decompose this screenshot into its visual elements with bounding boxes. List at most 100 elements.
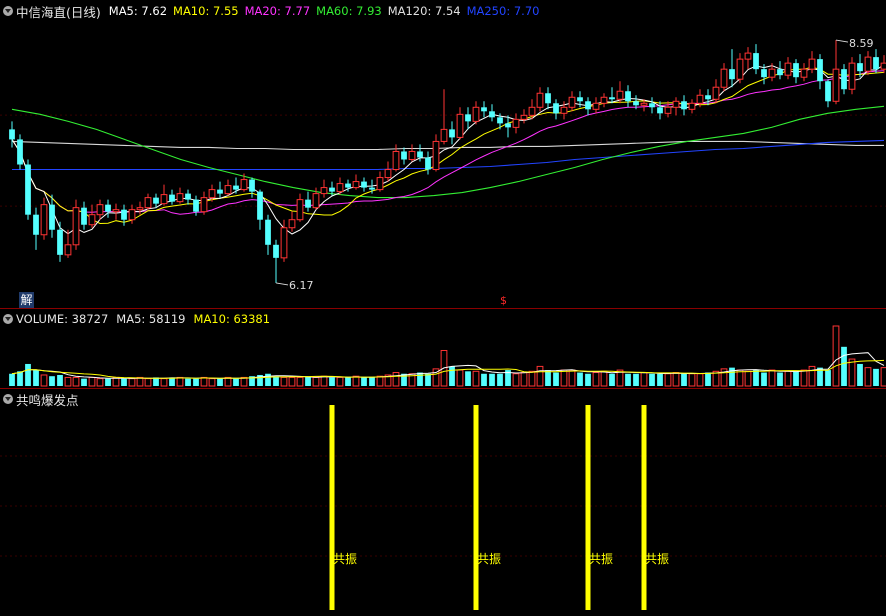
candle-body: [49, 204, 55, 230]
volume-bar: [553, 372, 559, 386]
candle-body: [376, 177, 384, 191]
candle-body: [761, 69, 767, 78]
volume-bar: [841, 346, 847, 386]
candle-body: [465, 114, 471, 122]
volume-bar: [688, 373, 696, 387]
candle-body: [640, 102, 648, 106]
price-panel[interactable]: 中信海直(日线) MA5: 7.62 MA10: 7.55 MA20: 7.77…: [0, 0, 886, 308]
candle-body: [121, 209, 127, 220]
volume-bar: [233, 378, 239, 386]
candlestick-chart[interactable]: 8.59 6.17: [0, 0, 886, 308]
candle-body: [305, 199, 311, 208]
volume-bar: [456, 369, 464, 387]
volume-bar: [352, 375, 360, 387]
candle-body: [857, 63, 863, 72]
candle-body: [112, 209, 120, 213]
volume-bar: [273, 376, 279, 386]
candle-body: [873, 57, 879, 70]
volume-bar: [545, 370, 551, 386]
volume-bar: [329, 377, 335, 386]
high-price-label: 8.59: [849, 37, 874, 50]
volume-bar: [497, 373, 503, 386]
volume-bar: [193, 378, 199, 386]
candle-body: [40, 204, 48, 236]
candle-body: [841, 69, 847, 90]
volume-bar: [240, 376, 248, 387]
volume-bar: [112, 376, 120, 387]
candle-body: [600, 96, 608, 104]
candle-body: [528, 106, 536, 116]
candle-body: [729, 69, 735, 80]
volume-bar: [425, 373, 431, 386]
volume-bar: [40, 374, 48, 387]
indicator-chart[interactable]: 共振 共振 共振 共振: [0, 388, 886, 616]
candle-body: [144, 197, 152, 209]
volume-bar: [369, 377, 375, 386]
volume-bar: [672, 372, 680, 387]
volume-bar: [825, 370, 831, 386]
candle-body: [288, 219, 296, 229]
volume-bar: [800, 369, 808, 387]
candle-body: [88, 214, 96, 226]
volume-bar: [625, 373, 631, 386]
candle-body: [577, 97, 583, 102]
candle-body: [345, 183, 351, 188]
low-price-label: 6.17: [289, 279, 314, 292]
candle-body: [800, 68, 808, 78]
volume-bar: [336, 376, 344, 387]
jie-badge[interactable]: 解: [19, 292, 34, 308]
ma250-line: [12, 139, 885, 171]
candle-body: [352, 181, 360, 189]
volume-bar: [793, 371, 799, 386]
candle-body: [481, 107, 487, 112]
candle-body: [105, 204, 111, 212]
resonance-signal-bar: [585, 405, 591, 610]
volume-bar: [72, 376, 80, 387]
candle-body: [169, 194, 175, 202]
candle-body: [81, 207, 87, 225]
high-pointer: [835, 39, 849, 43]
candle-body: [657, 107, 663, 114]
indicator-panel[interactable]: 共鸣爆发点 共振 共振 共振 共振: [0, 388, 886, 616]
candle-body: [208, 189, 216, 199]
volume-bar: [600, 370, 608, 387]
resonance-signal-label: 共振: [477, 552, 501, 566]
candle-body: [560, 106, 568, 114]
volume-bar: [217, 378, 223, 386]
candle-body: [472, 106, 480, 122]
candle-body: [520, 114, 528, 120]
candle-body: [777, 69, 783, 76]
candle-body: [336, 183, 344, 193]
candle-body: [681, 101, 687, 110]
candle-body: [392, 150, 400, 171]
volume-panel[interactable]: VOLUME: 38727 MA5: 58119 MA10: 63381: [0, 308, 886, 388]
volume-chart[interactable]: [0, 308, 886, 388]
volume-bar: [105, 378, 111, 386]
volume-bar: [49, 376, 55, 386]
volume-bar: [208, 378, 216, 387]
volume-bar: [832, 325, 840, 387]
volume-bar: [640, 372, 648, 387]
candle-body: [432, 140, 440, 171]
candle-body: [369, 187, 375, 190]
volume-bar: [848, 358, 856, 387]
volume-bar: [753, 370, 759, 386]
volume-bar: [57, 374, 63, 386]
volume-bar: [864, 367, 872, 387]
volume-bar: [577, 372, 583, 386]
candle-body: [585, 101, 591, 110]
candle-body: [793, 63, 799, 78]
candle-body: [153, 197, 159, 204]
volume-bar: [633, 373, 639, 386]
candle-body: [265, 219, 271, 245]
candle-body: [200, 197, 208, 213]
candle-body: [616, 90, 624, 100]
candle-body: [64, 244, 72, 256]
volume-bar: [81, 378, 87, 386]
candle-body: [33, 214, 39, 235]
candle-body: [280, 227, 288, 259]
volume-bar: [200, 376, 208, 387]
volume-bar: [857, 363, 863, 386]
candle-body: [185, 193, 191, 200]
candle-body: [864, 56, 872, 72]
